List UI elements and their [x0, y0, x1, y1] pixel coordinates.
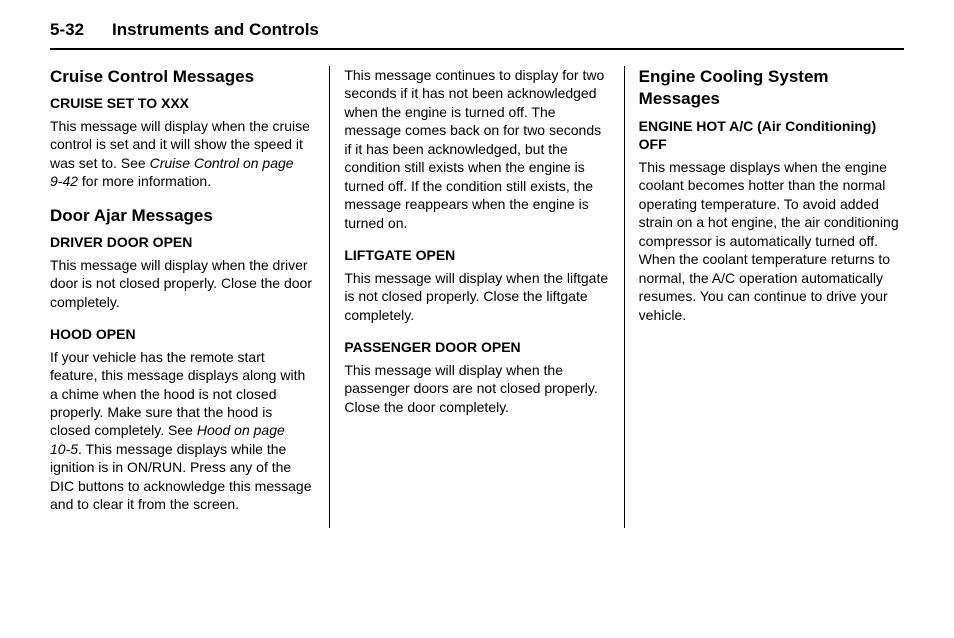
para-driver-door: This message will display when the drive… [50, 256, 315, 311]
para-hood: If your vehicle has the remote start fea… [50, 348, 315, 514]
para-cruise-set: This message will display when the cruis… [50, 117, 315, 191]
content-columns: Cruise Control Messages CRUISE SET TO XX… [50, 66, 904, 528]
sub-heading-hood: HOOD OPEN [50, 325, 315, 343]
column-3: Engine Cooling System Messages ENGINE HO… [625, 66, 904, 528]
section-heading-door-ajar: Door Ajar Messages [50, 205, 315, 227]
para-liftgate: This message will display when the liftg… [344, 269, 609, 324]
sub-heading-driver-door: DRIVER DOOR OPEN [50, 233, 315, 251]
column-2: This message continues to display for tw… [330, 66, 624, 528]
page-number: 5-32 [50, 20, 84, 40]
column-1: Cruise Control Messages CRUISE SET TO XX… [50, 66, 330, 528]
page-header: 5-32 Instruments and Controls [50, 20, 904, 50]
text: . This message displays while the igniti… [50, 441, 311, 512]
para-hood-continued: This message continues to display for tw… [344, 66, 609, 232]
chapter-title: Instruments and Controls [112, 20, 319, 40]
text: for more information. [78, 173, 211, 189]
sub-heading-cruise-set: CRUISE SET TO XXX [50, 94, 315, 112]
para-engine-hot: This message displays when the engine co… [639, 158, 904, 324]
sub-heading-liftgate: LIFTGATE OPEN [344, 246, 609, 264]
section-heading-engine-cooling: Engine Cooling System Messages [639, 66, 904, 111]
para-passenger-door: This message will display when the passe… [344, 361, 609, 416]
sub-heading-engine-hot: ENGINE HOT A/C (Air Conditioning) OFF [639, 117, 904, 154]
sub-heading-passenger-door: PASSENGER DOOR OPEN [344, 338, 609, 356]
section-heading-cruise: Cruise Control Messages [50, 66, 315, 88]
